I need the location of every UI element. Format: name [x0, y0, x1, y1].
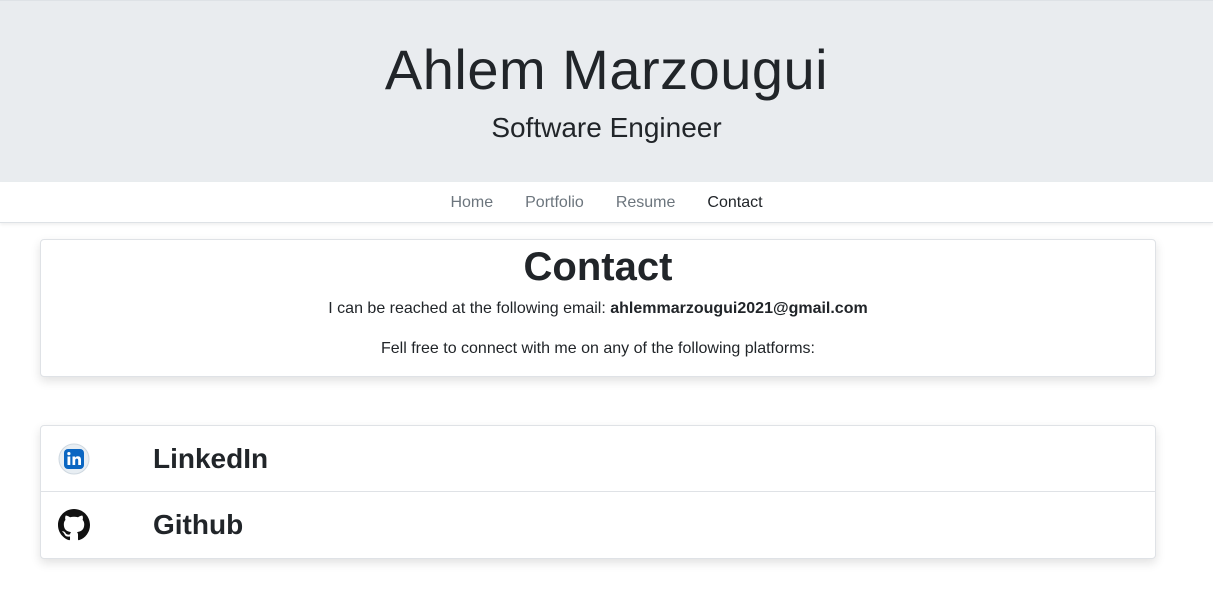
header-banner: Ahlem Marzougui Software Engineer — [0, 0, 1213, 182]
nav-contact[interactable]: Contact — [691, 182, 778, 223]
email-intro-text: I can be reached at the following email: — [328, 300, 606, 317]
email-line: I can be reached at the following email:… — [41, 299, 1155, 319]
github-icon — [57, 508, 91, 542]
nav-resume[interactable]: Resume — [600, 182, 692, 223]
nav-portfolio[interactable]: Portfolio — [509, 182, 600, 223]
job-title: Software Engineer — [491, 112, 722, 143]
site-owner-name: Ahlem Marzougui — [384, 38, 829, 101]
linkedin-link[interactable]: LinkedIn — [41, 426, 1155, 492]
email-address: ahlemmarzougui2021@gmail.com — [610, 300, 868, 317]
platforms-text: Fell free to connect with me on any of t… — [381, 340, 815, 357]
contact-heading: Contact — [523, 245, 673, 289]
linkedin-icon — [57, 442, 91, 476]
main-navbar: Home Portfolio Resume Contact — [0, 182, 1213, 223]
github-link[interactable]: Github — [41, 492, 1155, 558]
contact-card: Contact I can be reached at the followin… — [40, 239, 1156, 377]
social-links-card: LinkedIn Github — [40, 425, 1156, 559]
linkedin-label: LinkedIn — [153, 442, 269, 474]
nav-home[interactable]: Home — [434, 182, 509, 223]
github-label: Github — [153, 509, 244, 540]
